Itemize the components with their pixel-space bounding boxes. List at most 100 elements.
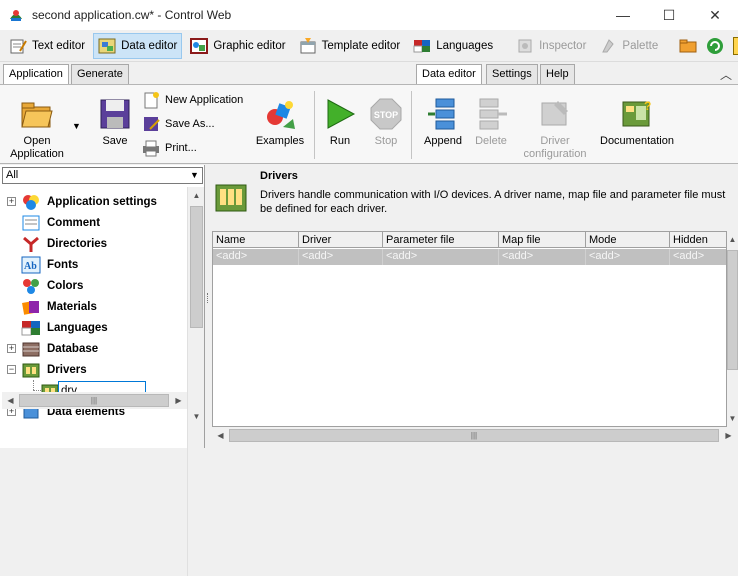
delete-label: Delete [475,135,507,147]
scroll-right-icon[interactable]: ▶ [720,427,737,444]
control-web-app-icon [8,7,24,23]
tab-application[interactable]: Application [3,64,69,85]
delete-button[interactable]: Delete [470,97,512,148]
application-settings-icon [21,193,41,211]
tree-item-materials[interactable]: Materials [0,296,186,317]
help-icon: ? [733,36,738,55]
stop-button[interactable]: STOP Stop [368,97,404,148]
add-row-cell[interactable]: <add> [670,249,726,265]
column-header-driver[interactable]: Driver [299,232,383,248]
driver-configuration-button[interactable]: Driver configuration [518,97,592,161]
collapse-ribbon-icon[interactable]: ︿ [720,66,732,83]
tree-item-fonts[interactable]: Ab Fonts [0,254,186,275]
tree-item-directories[interactable]: Directories [0,233,186,254]
text-editor-label: Text editor [32,39,86,52]
collapse-icon[interactable]: − [7,365,16,374]
add-row-cell[interactable]: <add> [213,249,299,265]
scroll-up-icon[interactable]: ▲ [727,231,738,248]
drivers-large-icon [214,183,248,213]
open-folder-icon [20,97,54,131]
column-header-parameter-file[interactable]: Parameter file [383,232,499,248]
ribbon-separator [411,91,412,159]
save-button[interactable]: Save [95,97,135,148]
languages-button[interactable]: Languages [408,33,498,59]
tree-item-comment[interactable]: Comment [0,212,186,233]
append-rows-icon [426,97,460,131]
column-header-map-file[interactable]: Map file [499,232,586,248]
tab-generate[interactable]: Generate [71,64,129,84]
column-header-name[interactable]: Name [213,232,299,248]
add-row-cell[interactable]: <add> [586,249,670,265]
palette-button[interactable]: Palette [594,33,663,59]
tree-item-colors[interactable]: Colors [0,275,186,296]
scroll-right-icon[interactable]: ▶ [170,392,187,409]
open-dropdown-icon[interactable]: ▼ [72,121,81,131]
stop-label: Stop [374,135,398,147]
scrollbar-thumb[interactable] [190,206,203,328]
chevron-down-icon[interactable]: ▼ [187,168,202,183]
scrollbar-thumb[interactable]: ||| [19,394,169,407]
tree-item-database[interactable]: + Database [0,338,186,359]
add-row-cell[interactable]: <add> [299,249,383,265]
open-application-button[interactable]: Open Application [8,97,66,161]
append-button[interactable]: Append [420,97,466,148]
tree-item-drivers[interactable]: − Drivers [0,359,186,380]
close-button[interactable]: ✕ [692,0,738,30]
data-editor-button[interactable]: Data editor [93,32,183,59]
new-application-button[interactable]: New Application [142,91,243,109]
append-label: Append [424,135,462,147]
section-tree: + Application settings Comment Directori… [0,187,186,575]
scrollbar-thumb[interactable] [727,250,738,370]
text-editor-icon [9,37,27,55]
section-title: Drivers [260,170,298,182]
template-editor-button[interactable]: Template editor [294,33,406,59]
graphic-editor-button[interactable]: Graphic editor [185,33,290,59]
add-row-cell[interactable]: <add> [383,249,499,265]
scroll-left-icon[interactable]: ◀ [2,392,19,409]
inspector-label: Inspector [539,39,587,52]
scroll-up-icon[interactable]: ▲ [188,187,205,204]
scroll-down-icon[interactable]: ▼ [727,410,738,427]
tree-horizontal-scrollbar[interactable]: ◀ ||| ▶ [2,392,187,409]
drivers-icon [21,361,41,379]
tree-item-application-settings[interactable]: + Application settings [0,191,186,212]
inspector-button[interactable]: Inspector [511,33,591,59]
printer-icon [142,139,160,157]
folder-tool-button[interactable] [676,33,700,59]
directories-icon [21,235,41,253]
graphic-editor-label: Graphic editor [213,39,286,52]
expand-icon[interactable]: + [7,197,16,206]
scrollbar-thumb[interactable]: ||| [229,429,719,442]
add-row-cell[interactable]: <add> [499,249,586,265]
graphic-editor-icon [190,37,209,55]
table-horizontal-scrollbar[interactable]: ◀ ||| ▶ [212,427,738,444]
save-as-button[interactable]: Save As... [142,115,215,133]
tab-settings[interactable]: Settings [486,64,538,84]
minimize-button[interactable]: — [600,0,646,30]
table-vertical-scrollbar[interactable]: ▲ ▼ [727,231,738,427]
refresh-tool-button[interactable] [703,33,727,59]
column-header-hidden[interactable]: Hidden [670,232,726,248]
column-header-mode[interactable]: Mode [586,232,670,248]
new-document-icon [142,91,160,109]
print-button[interactable]: Print... [142,139,197,157]
ribbon-separator [314,91,315,159]
maximize-button[interactable]: ☐ [646,0,692,30]
tree-vertical-scrollbar[interactable]: ▲ ▼ [187,187,204,576]
tab-help[interactable]: Help [540,64,575,84]
comment-icon [21,214,41,232]
splitter-grip [207,293,208,303]
examples-button[interactable]: Examples [253,97,307,148]
tree-item-languages[interactable]: Languages [0,317,186,338]
scroll-left-icon[interactable]: ◀ [212,427,229,444]
text-editor-button[interactable]: Text editor [4,33,90,59]
tab-data-editor[interactable]: Data editor [416,64,482,85]
documentation-button[interactable]: ? Documentation [597,97,677,148]
scroll-down-icon[interactable]: ▼ [188,408,205,425]
expand-icon[interactable]: + [7,344,16,353]
run-button[interactable]: Run [322,97,358,148]
help-tool-button[interactable]: ? [730,33,738,59]
left-pane: All ▼ + Application settings Comment Dir… [0,165,205,576]
fonts-icon: Ab [21,256,41,274]
filter-select[interactable]: All ▼ [2,167,203,184]
